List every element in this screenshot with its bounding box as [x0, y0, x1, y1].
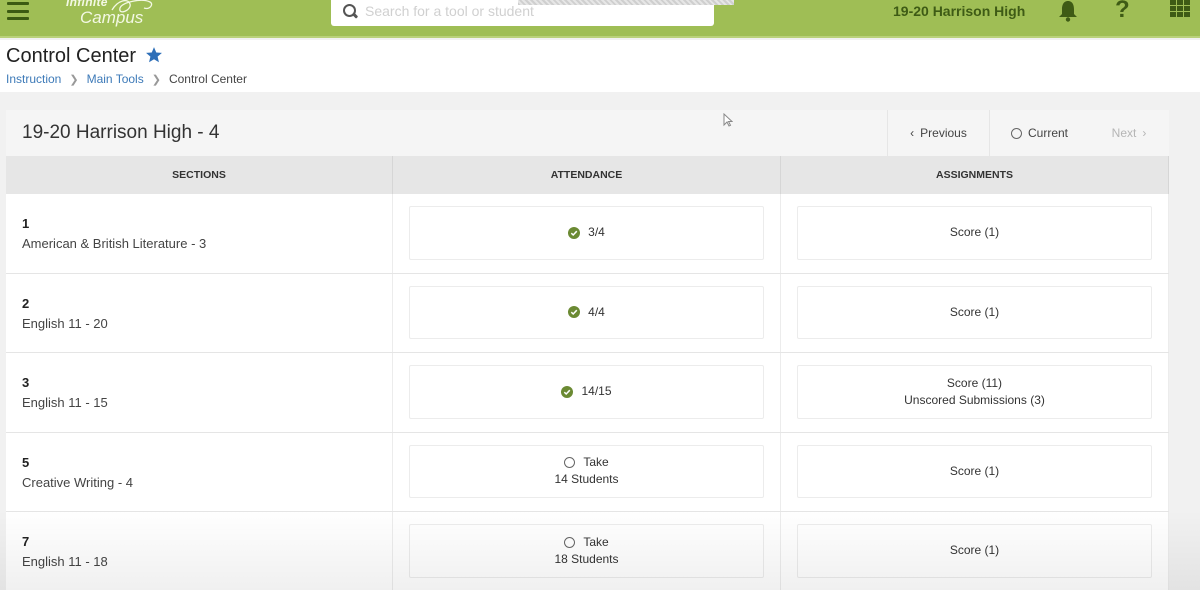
attendance-cell: 3/4 [393, 194, 781, 273]
assignments-score: Score (1) [949, 304, 1000, 319]
assignments-score: Score (11) [946, 375, 1003, 390]
column-header-attendance: ATTENDANCE [393, 156, 781, 194]
top-bar: Infinite Campus 19-20 Harrison High ? [0, 0, 1200, 38]
chevron-right-icon: ❯ [151, 73, 161, 86]
calendar-nav: ‹ Previous Current Next › [887, 110, 1169, 156]
period-number: 1 [22, 216, 30, 231]
attendance-cell: 14/15 [393, 353, 781, 432]
previous-button[interactable]: ‹ Previous [887, 110, 989, 156]
attendance-status: 3/4 [588, 225, 605, 240]
assignments-cell: Score (1) [781, 194, 1169, 273]
assignments-button[interactable]: Score (1) [797, 206, 1152, 260]
assignments-score: Score (1) [949, 543, 1000, 558]
star-icon[interactable] [145, 46, 163, 64]
assignments-cell: Score (1) [781, 512, 1169, 590]
attendance-button[interactable]: Take 14 Students [409, 444, 764, 498]
period-number: 7 [22, 534, 30, 549]
attendance-button[interactable]: 3/4 [409, 206, 764, 260]
attendance-button[interactable]: 14/15 [409, 365, 764, 419]
help-icon[interactable]: ? [1115, 0, 1130, 24]
assignments-score: Score (1) [949, 463, 1000, 478]
section-cell[interactable]: 2 English 11 - 20 [6, 273, 393, 352]
table-row: 7 English 11 - 18 Take 18 Students Score (1) [6, 512, 1169, 590]
check-circle-icon [568, 306, 581, 319]
logo-swoosh-icon [111, 0, 153, 13]
section-name[interactable]: English 11 - 18 [22, 554, 108, 569]
attendance-status: 4/4 [588, 304, 605, 319]
table-row: 1 American & British Literature - 3 3/4 Sco… [6, 194, 1169, 274]
panel-header: 19-20 Harrison High - 4 ‹ Previous Curre… [6, 110, 1169, 156]
current-button[interactable]: Current [989, 110, 1089, 156]
attendance-cell: Take 18 Students [393, 512, 781, 590]
next-button[interactable]: Next › [1089, 110, 1169, 156]
infinite-campus-logo[interactable]: Infinite Campus [66, 0, 153, 26]
breadcrumb-main-tools[interactable]: Main Tools [87, 72, 144, 86]
table-row: 3 English 11 - 15 14/15 Score (11) Unscored … [6, 353, 1169, 433]
menu-icon[interactable] [7, 2, 29, 20]
check-circle-icon [561, 385, 574, 398]
table-row: 2 English 11 - 20 4/4 Score (1) [6, 273, 1169, 353]
column-header-assignments: ASSIGNMENTS [781, 156, 1169, 194]
attendance-cell: 4/4 [393, 273, 781, 352]
control-center-panel: 19-20 Harrison High - 4 ‹ Previous Curre… [6, 110, 1169, 590]
apps-grid-icon[interactable] [1170, 0, 1190, 18]
section-name[interactable]: English 11 - 15 [22, 395, 108, 410]
page-header: Control Center Instruction ❯ Main Tools … [0, 40, 1200, 92]
chevron-right-icon: › [1142, 126, 1147, 140]
chevron-right-icon: ❯ [69, 73, 79, 86]
assignments-score: Score (1) [949, 225, 1000, 240]
next-label: Next [1111, 126, 1137, 140]
table-row: 5 Creative Writing - 4 Take 14 Students Scor… [6, 432, 1169, 512]
bell-icon[interactable] [1058, 0, 1078, 22]
overlay-artifact [518, 0, 734, 5]
attendance-student-count: 18 Students [554, 551, 619, 566]
attendance-student-count: 14 Students [554, 472, 619, 487]
period-number: 3 [22, 375, 30, 390]
breadcrumb-instruction[interactable]: Instruction [6, 72, 61, 86]
attendance-status: Take [583, 534, 609, 549]
assignments-cell: Score (1) [781, 432, 1169, 511]
assignments-cell: Score (1) [781, 273, 1169, 352]
previous-label: Previous [920, 126, 967, 140]
attendance-status: Take [583, 455, 609, 470]
search-icon [343, 4, 357, 18]
assignments-button[interactable]: Score (11) Unscored Submissions (3) [797, 365, 1152, 419]
period-number: 5 [22, 454, 30, 470]
check-circle-icon [568, 226, 581, 239]
circle-icon [564, 457, 576, 469]
breadcrumb-current: Control Center [168, 72, 247, 86]
table-body: 1 American & British Literature - 3 3/4 Sco… [6, 194, 1169, 590]
assignments-unscored: Unscored Submissions (3) [904, 392, 1045, 407]
section-name[interactable]: English 11 - 20 [22, 316, 108, 331]
chevron-left-icon: ‹ [910, 126, 915, 140]
assignments-button[interactable]: Score (1) [797, 285, 1152, 339]
breadcrumb: Instruction ❯ Main Tools ❯ Control Cente… [6, 72, 247, 86]
attendance-cell: Take 14 Students [393, 432, 781, 511]
column-header-sections: SECTIONS [6, 156, 393, 194]
section-name[interactable]: Creative Writing - 4 [22, 475, 133, 490]
section-cell[interactable]: 1 American & British Literature - 3 [6, 194, 393, 273]
current-label: Current [1027, 126, 1068, 140]
assignments-button[interactable]: Score (1) [797, 524, 1152, 578]
section-cell[interactable]: 5 Creative Writing - 4 [6, 432, 393, 511]
circle-icon [1010, 127, 1022, 139]
attendance-status: 14/15 [581, 384, 612, 399]
attendance-button[interactable]: 4/4 [409, 285, 764, 339]
panel-title: 19-20 Harrison High - 4 [22, 122, 220, 143]
section-cell[interactable]: 7 English 11 - 18 [6, 512, 393, 590]
page-title: Control Center [6, 45, 137, 67]
table-header: SECTIONS ATTENDANCE ASSIGNMENTS [6, 156, 1169, 194]
school-selector[interactable]: 19-20 Harrison High [893, 3, 1025, 19]
section-cell[interactable]: 3 English 11 - 15 [6, 353, 393, 432]
period-number: 2 [22, 295, 30, 311]
assignments-button[interactable]: Score (1) [797, 444, 1152, 498]
attendance-button[interactable]: Take 18 Students [409, 524, 764, 578]
circle-icon [564, 536, 576, 548]
mouse-cursor-icon [723, 113, 733, 127]
assignments-cell: Score (11) Unscored Submissions (3) [781, 353, 1169, 432]
search-input[interactable] [365, 3, 685, 19]
section-name[interactable]: American & British Literature - 3 [22, 236, 206, 251]
